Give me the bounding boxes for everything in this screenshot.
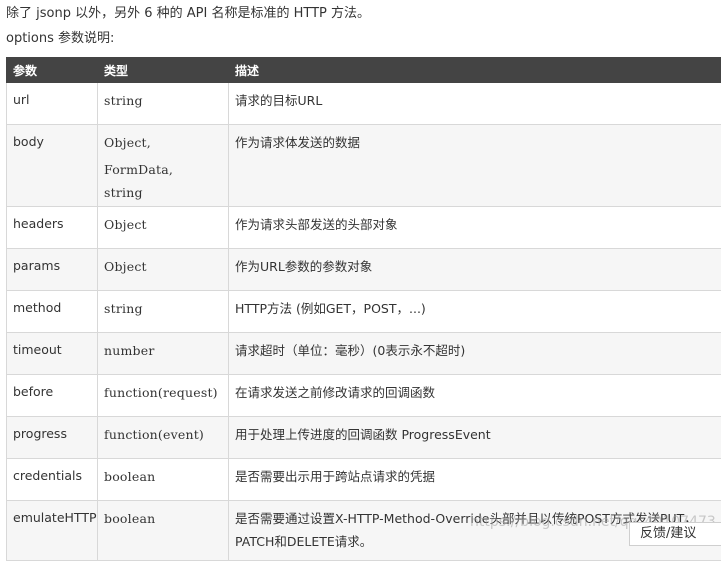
type-line: string bbox=[104, 179, 223, 206]
type-line: string bbox=[104, 87, 223, 114]
type-cell: function(event) bbox=[98, 417, 229, 459]
desc-cell: 作为请求头部发送的头部对象 bbox=[229, 207, 721, 249]
desc-cell: 在请求发送之前修改请求的回调函数 bbox=[229, 375, 721, 417]
type-line: boolean bbox=[104, 463, 223, 490]
table-row: bodyObject, FormData,string作为请求体发送的数据 bbox=[7, 125, 721, 207]
desc-cell: 请求超时（单位：毫秒）(0表示永不超时) bbox=[229, 333, 721, 375]
type-line: function(event) bbox=[104, 421, 223, 448]
table-row: credentialsboolean 是否需要出示用于跨站点请求的凭据 bbox=[7, 459, 721, 501]
type-line: Object bbox=[104, 253, 223, 280]
param-cell: method bbox=[7, 291, 98, 333]
desc-line: 作为请求体发送的数据 bbox=[235, 129, 716, 156]
param-cell: timeout bbox=[7, 333, 98, 375]
param-cell: body bbox=[7, 125, 98, 207]
header-type: 类型 bbox=[98, 58, 229, 83]
desc-line: 请求的目标URL bbox=[235, 87, 716, 114]
param-cell: params bbox=[7, 249, 98, 291]
header-desc: 描述 bbox=[229, 58, 721, 83]
desc-cell: 作为URL参数的参数对象 bbox=[229, 249, 721, 291]
type-cell: function(request) bbox=[98, 375, 229, 417]
desc-line: 是否需要出示用于跨站点请求的凭据 bbox=[235, 463, 716, 490]
desc-cell: 是否需要出示用于跨站点请求的凭据 bbox=[229, 459, 721, 501]
desc-cell: 作为请求体发送的数据 bbox=[229, 125, 721, 207]
table-row: urlstring 请求的目标URL bbox=[7, 83, 721, 125]
param-cell: emulateHTTP bbox=[7, 501, 98, 561]
options-table: 参数 类型 描述 urlstring请求的目标URLbodyObject, Fo… bbox=[6, 57, 721, 561]
type-line: function(request) bbox=[104, 379, 223, 406]
type-line: boolean bbox=[104, 505, 223, 532]
desc-cell: 用于处理上传进度的回调函数 ProgressEvent bbox=[229, 417, 721, 459]
type-cell: boolean bbox=[98, 501, 229, 561]
type-cell: boolean bbox=[98, 459, 229, 501]
type-cell: string bbox=[98, 83, 229, 125]
table-header-row: 参数 类型 描述 bbox=[7, 58, 721, 83]
desc-line: 在请求发送之前修改请求的回调函数 bbox=[235, 379, 716, 406]
table-row: timeoutnumber 请求超时（单位：毫秒）(0表示永不超时) bbox=[7, 333, 721, 375]
desc-cell: 请求的目标URL bbox=[229, 83, 721, 125]
param-cell: headers bbox=[7, 207, 98, 249]
type-line: Object bbox=[104, 211, 223, 238]
header-param: 参数 bbox=[7, 58, 98, 83]
intro-text: 除了 jsonp 以外，另外 6 种的 API 名称是标准的 HTTP 方法。 bbox=[6, 5, 370, 23]
feedback-button[interactable]: 反馈/建议 bbox=[629, 522, 721, 546]
desc-line: 作为请求头部发送的头部对象 bbox=[235, 211, 716, 238]
param-cell: before bbox=[7, 375, 98, 417]
param-cell: progress bbox=[7, 417, 98, 459]
type-line: number bbox=[104, 337, 223, 364]
type-cell: string bbox=[98, 291, 229, 333]
table-row: headersObject 作为请求头部发送的头部对象 bbox=[7, 207, 721, 249]
type-line: Object, FormData, bbox=[104, 129, 223, 183]
type-cell: Object, FormData,string bbox=[98, 125, 229, 207]
type-cell: Object bbox=[98, 207, 229, 249]
table-row: methodstring HTTP方法 (例如GET，POST，...) bbox=[7, 291, 721, 333]
desc-line: 请求超时（单位：毫秒）(0表示永不超时) bbox=[235, 337, 716, 364]
type-cell: Object bbox=[98, 249, 229, 291]
desc-line: HTTP方法 (例如GET，POST，...) bbox=[235, 295, 716, 322]
table-row: paramsObject 作为URL参数的参数对象 bbox=[7, 249, 721, 291]
table-row: beforefunction(request) 在请求发送之前修改请求的回调函数 bbox=[7, 375, 721, 417]
type-cell: number bbox=[98, 333, 229, 375]
type-line: string bbox=[104, 295, 223, 322]
table-row: progressfunction(event) 用于处理上传进度的回调函数 Pro… bbox=[7, 417, 721, 459]
desc-cell: HTTP方法 (例如GET，POST，...) bbox=[229, 291, 721, 333]
desc-line: 用于处理上传进度的回调函数 ProgressEvent bbox=[235, 421, 716, 448]
table-row: emulateHTTPboolean是否需要通过设置X-HTTP-Method-… bbox=[7, 501, 721, 561]
desc-line: 作为URL参数的参数对象 bbox=[235, 253, 716, 280]
param-cell: credentials bbox=[7, 459, 98, 501]
options-caption: options 参数说明: bbox=[6, 30, 114, 48]
param-cell: url bbox=[7, 83, 98, 125]
